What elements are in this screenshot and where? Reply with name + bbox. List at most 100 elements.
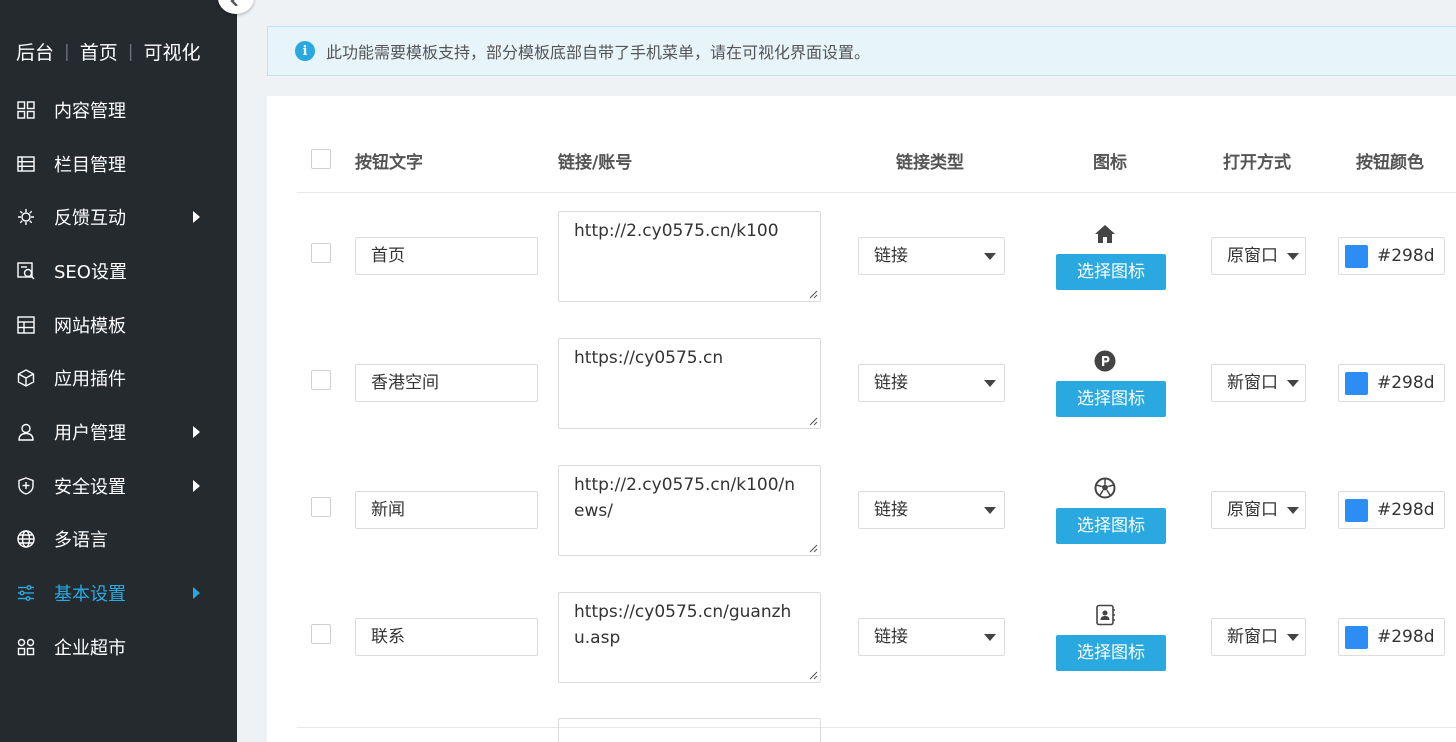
- sidebar-item-plugins[interactable]: 应用插件: [0, 351, 237, 405]
- backend-link[interactable]: 后台: [16, 38, 54, 65]
- select-icon-button[interactable]: 选择图标: [1056, 508, 1166, 544]
- sidebar-item-label: 基本设置: [54, 584, 126, 606]
- caret-down-icon: [984, 507, 996, 514]
- cube-icon: [16, 368, 36, 388]
- header-link-type: 链接类型: [896, 153, 964, 173]
- color-value: #298d: [1377, 500, 1435, 520]
- sidebar-item-label: 多语言: [54, 530, 108, 552]
- sidebar-item-columns[interactable]: 栏目管理: [0, 137, 237, 191]
- resize-handle-icon[interactable]: [808, 289, 818, 299]
- sidebar-item-content[interactable]: 内容管理: [0, 83, 237, 137]
- parking-icon: [1094, 350, 1116, 372]
- table-row: 首页 http://2.cy0575.cn/k100 链接 选择图标 原窗口 #…: [267, 193, 1456, 320]
- row-checkbox[interactable]: [311, 497, 331, 517]
- link-textarea[interactable]: https://cy0575.cn/guanzhu.asp: [558, 592, 821, 683]
- caret-down-icon: [984, 253, 996, 260]
- notice-text: 此功能需要模板支持，部分模板底部自带了手机菜单，请在可视化界面设置。: [326, 43, 871, 62]
- button-text-input[interactable]: 联系: [355, 618, 538, 656]
- select-icon-button[interactable]: 选择图标: [1056, 254, 1166, 290]
- select-icon-button[interactable]: 选择图标: [1056, 635, 1166, 671]
- button-text-input[interactable]: 首页: [355, 237, 538, 275]
- link-value: https://cy0575.cn/guanzhu.asp: [574, 602, 792, 648]
- sidebar-item-feedback[interactable]: 反馈互动: [0, 190, 237, 244]
- sidebar-collapse-button[interactable]: [218, 0, 254, 14]
- resize-handle-icon[interactable]: [808, 543, 818, 553]
- button-color-input[interactable]: #298d: [1338, 618, 1445, 656]
- chevron-left-icon: [230, 0, 238, 6]
- link-type-select[interactable]: 链接: [858, 364, 1005, 402]
- link-type-select[interactable]: 链接: [858, 618, 1005, 656]
- contact-card-icon: [1094, 604, 1116, 626]
- link-textarea[interactable]: http://2.cy0575.cn/k100/news/: [558, 465, 821, 556]
- sidebar-item-security[interactable]: 安全设置: [0, 459, 237, 513]
- caret-right-icon: [193, 211, 200, 224]
- sidebar-item-seo[interactable]: SEO设置: [0, 244, 237, 298]
- link-type-select[interactable]: 链接: [858, 237, 1005, 275]
- select-all-checkbox[interactable]: [311, 149, 331, 169]
- sidebar-item-label: SEO设置: [54, 261, 127, 283]
- header-button-color: 按钮颜色: [1356, 153, 1424, 173]
- sidebar-item-basic-settings[interactable]: 基本设置: [0, 566, 237, 620]
- caret-down-icon: [1287, 634, 1299, 641]
- color-swatch[interactable]: [1345, 372, 1368, 395]
- caret-down-icon: [984, 634, 996, 641]
- open-mode-select[interactable]: 原窗口: [1211, 491, 1306, 529]
- visual-link[interactable]: 可视化: [144, 38, 201, 65]
- select-icon-button[interactable]: 选择图标: [1056, 381, 1166, 417]
- caret-down-icon: [984, 380, 996, 387]
- template-icon: [16, 315, 36, 335]
- caret-right-icon: [193, 587, 200, 600]
- sidebar-item-label: 安全设置: [54, 476, 126, 498]
- sidebar-item-users[interactable]: 用户管理: [0, 405, 237, 459]
- sidebar-item-languages[interactable]: 多语言: [0, 513, 237, 567]
- top-links: 后台 | 首页 | 可视化: [16, 38, 201, 65]
- sidebar: 后台 | 首页 | 可视化 内容管理 栏目管理 反馈互动 SEO设置 网站模板: [0, 0, 254, 742]
- color-swatch[interactable]: [1345, 626, 1368, 649]
- header-button-text: 按钮文字: [355, 153, 423, 173]
- row-divider: [297, 727, 1456, 728]
- button-color-input[interactable]: #298d: [1338, 491, 1445, 529]
- button-color-input[interactable]: #298d: [1338, 237, 1445, 275]
- row-checkbox[interactable]: [311, 370, 331, 390]
- globe-icon: [16, 529, 36, 549]
- link-textarea[interactable]: http://2.cy0575.cn/k100: [558, 211, 821, 302]
- user-icon: [16, 422, 36, 442]
- link-textarea[interactable]: [558, 718, 821, 742]
- sidebar-item-label: 反馈互动: [54, 208, 126, 230]
- resize-handle-icon[interactable]: [808, 670, 818, 680]
- sliders-icon: [16, 583, 36, 603]
- open-mode-select[interactable]: 原窗口: [1211, 237, 1306, 275]
- apps-icon: [16, 637, 36, 657]
- link-value: http://2.cy0575.cn/k100/news/: [574, 475, 796, 521]
- table-row: 新闻 http://2.cy0575.cn/k100/news/ 链接 选择图标…: [267, 447, 1456, 574]
- sidebar-item-label: 内容管理: [54, 100, 126, 122]
- color-value: #298d: [1377, 373, 1435, 393]
- open-mode-select[interactable]: 新窗口: [1211, 364, 1306, 402]
- sidebar-item-label: 栏目管理: [54, 154, 126, 176]
- button-text-input[interactable]: 香港空间: [355, 364, 538, 402]
- button-text-input[interactable]: 新闻: [355, 491, 538, 529]
- row-checkbox[interactable]: [311, 624, 331, 644]
- color-swatch[interactable]: [1345, 499, 1368, 522]
- color-swatch[interactable]: [1345, 245, 1368, 268]
- sidebar-item-templates[interactable]: 网站模板: [0, 298, 237, 352]
- row-checkbox[interactable]: [311, 243, 331, 263]
- notice-bar: i 此功能需要模板支持，部分模板底部自带了手机菜单，请在可视化界面设置。: [267, 26, 1456, 76]
- open-mode-value: 原窗口: [1227, 500, 1278, 520]
- button-color-input[interactable]: #298d: [1338, 364, 1445, 402]
- link-type-value: 链接: [874, 373, 908, 393]
- separator: |: [64, 41, 70, 62]
- home-link[interactable]: 首页: [80, 38, 118, 65]
- sidebar-item-label: 企业超市: [54, 637, 126, 659]
- link-type-select[interactable]: 链接: [858, 491, 1005, 529]
- menu-buttons-table: 按钮文字 链接/账号 链接类型 图标 打开方式 按钮颜色 首页 http://2…: [267, 96, 1456, 742]
- link-textarea[interactable]: https://cy0575.cn: [558, 338, 821, 429]
- separator: |: [127, 41, 134, 62]
- soccer-ball-icon: [1094, 477, 1116, 499]
- caret-down-icon: [1287, 507, 1299, 514]
- seo-icon: [16, 261, 36, 281]
- resize-handle-icon[interactable]: [808, 416, 818, 426]
- sidebar-item-market[interactable]: 企业超市: [0, 620, 237, 674]
- link-type-value: 链接: [874, 627, 908, 647]
- open-mode-select[interactable]: 新窗口: [1211, 618, 1306, 656]
